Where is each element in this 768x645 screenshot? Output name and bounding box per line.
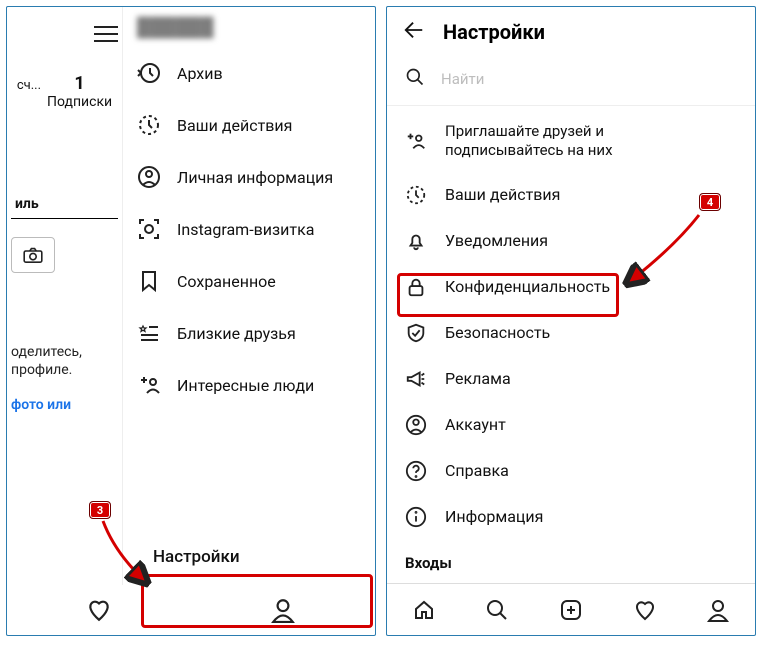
menu-label: Архив	[177, 64, 223, 83]
nav-add[interactable]	[534, 584, 608, 635]
menu-item-nametag[interactable]: Instagram-визитка	[123, 203, 375, 255]
menu-item-saved[interactable]: Сохраненное	[123, 255, 375, 307]
menu-item-interesting-people[interactable]: Интересные люди	[123, 359, 375, 411]
menu-item-archive[interactable]: Архив	[123, 47, 375, 99]
megaphone-icon	[405, 368, 427, 390]
scan-icon	[137, 217, 161, 241]
person-add-icon	[137, 373, 161, 397]
nav-activity[interactable]	[608, 584, 682, 635]
history-icon	[137, 61, 161, 85]
settings-label: Уведомления	[445, 231, 548, 250]
menu-label: Instagram-визитка	[177, 220, 314, 239]
profile-tab-fragment: иль	[11, 190, 118, 219]
settings-label: Безопасность	[445, 323, 550, 342]
settings-label: Настройки	[153, 547, 240, 567]
settings-label: Реклама	[445, 369, 511, 388]
info-circle-icon	[405, 506, 427, 528]
bottom-nav	[387, 583, 755, 635]
drawer-menu: Архив Ваши действия Личная информация	[123, 47, 375, 529]
settings-item-invite[interactable]: Приглашайте друзей и подписывайтесь на н…	[387, 110, 755, 172]
settings-item-account[interactable]: Аккаунт	[387, 402, 755, 448]
search-icon	[405, 67, 425, 91]
settings-label: Приглашайте друзей и подписывайтесь на н…	[445, 122, 613, 160]
search-placeholder: Найти	[441, 70, 484, 88]
settings-label: Ваши действия	[445, 185, 560, 204]
person-circle-icon	[137, 165, 161, 189]
clock-dashed-icon	[405, 184, 427, 206]
shield-icon	[405, 322, 427, 344]
nav-profile[interactable]	[681, 584, 755, 635]
menu-label: Ваши действия	[177, 116, 292, 135]
nav-search[interactable]	[461, 584, 535, 635]
photo-link[interactable]: фото или	[11, 397, 118, 413]
menu-item-personal[interactable]: Личная информация	[123, 151, 375, 203]
search-row[interactable]: Найти	[387, 57, 755, 106]
subscriptions-label: Подписки	[47, 94, 112, 110]
settings-label: Аккаунт	[445, 415, 506, 434]
person-circle-icon	[405, 414, 427, 436]
nav-home[interactable]	[387, 584, 461, 635]
profile-underlay: сч... 1 Подписки иль оделитесь, профиле.…	[7, 7, 122, 585]
menu-label: Интересные люди	[177, 376, 314, 395]
bell-icon	[405, 230, 427, 252]
settings-item-ads[interactable]: Реклама	[387, 356, 755, 402]
right-screen: Настройки Найти Приглашайте друзей и под…	[386, 6, 756, 636]
hamburger-icon[interactable]	[94, 25, 118, 43]
callout-box-4	[397, 273, 619, 317]
clock-dashed-icon	[137, 113, 161, 137]
settings-item-info[interactable]: Информация	[387, 494, 755, 540]
bookmark-icon	[137, 269, 161, 293]
menu-item-actions[interactable]: Ваши действия	[123, 99, 375, 151]
settings-label: Справка	[445, 461, 509, 480]
settings-item-help[interactable]: Справка	[387, 448, 755, 494]
section-header-logins: Входы	[387, 540, 755, 572]
callout-box-3	[141, 574, 373, 628]
star-list-icon	[137, 321, 161, 345]
question-circle-icon	[405, 460, 427, 482]
side-drawer: ██████ Архив Ваши действия	[122, 7, 375, 585]
share-text: оделитесь, профиле.	[11, 343, 118, 379]
menu-label: Сохраненное	[177, 272, 276, 291]
back-icon[interactable]	[403, 19, 425, 45]
left-screen: сч... 1 Подписки иль оделитесь, профиле.…	[6, 6, 376, 636]
left-body: сч... 1 Подписки иль оделитесь, профиле.…	[7, 7, 375, 585]
drawer-username-blurred: ██████	[123, 7, 375, 47]
count-prefix: сч...	[17, 78, 41, 93]
menu-item-close-friends[interactable]: Близкие друзья	[123, 307, 375, 359]
add-photo-placeholder[interactable]	[11, 237, 55, 273]
subscriptions-count: 1	[47, 73, 112, 94]
callout-arrow-3	[95, 513, 165, 593]
callout-arrow-4	[619, 207, 709, 297]
person-add-icon	[405, 130, 427, 152]
settings-header: Настройки	[387, 7, 755, 57]
settings-list: Приглашайте друзей и подписывайтесь на н…	[387, 106, 755, 583]
menu-label: Близкие друзья	[177, 324, 296, 343]
page-title: Настройки	[443, 20, 545, 44]
menu-label: Личная информация	[177, 168, 333, 187]
settings-label: Информация	[445, 507, 543, 526]
